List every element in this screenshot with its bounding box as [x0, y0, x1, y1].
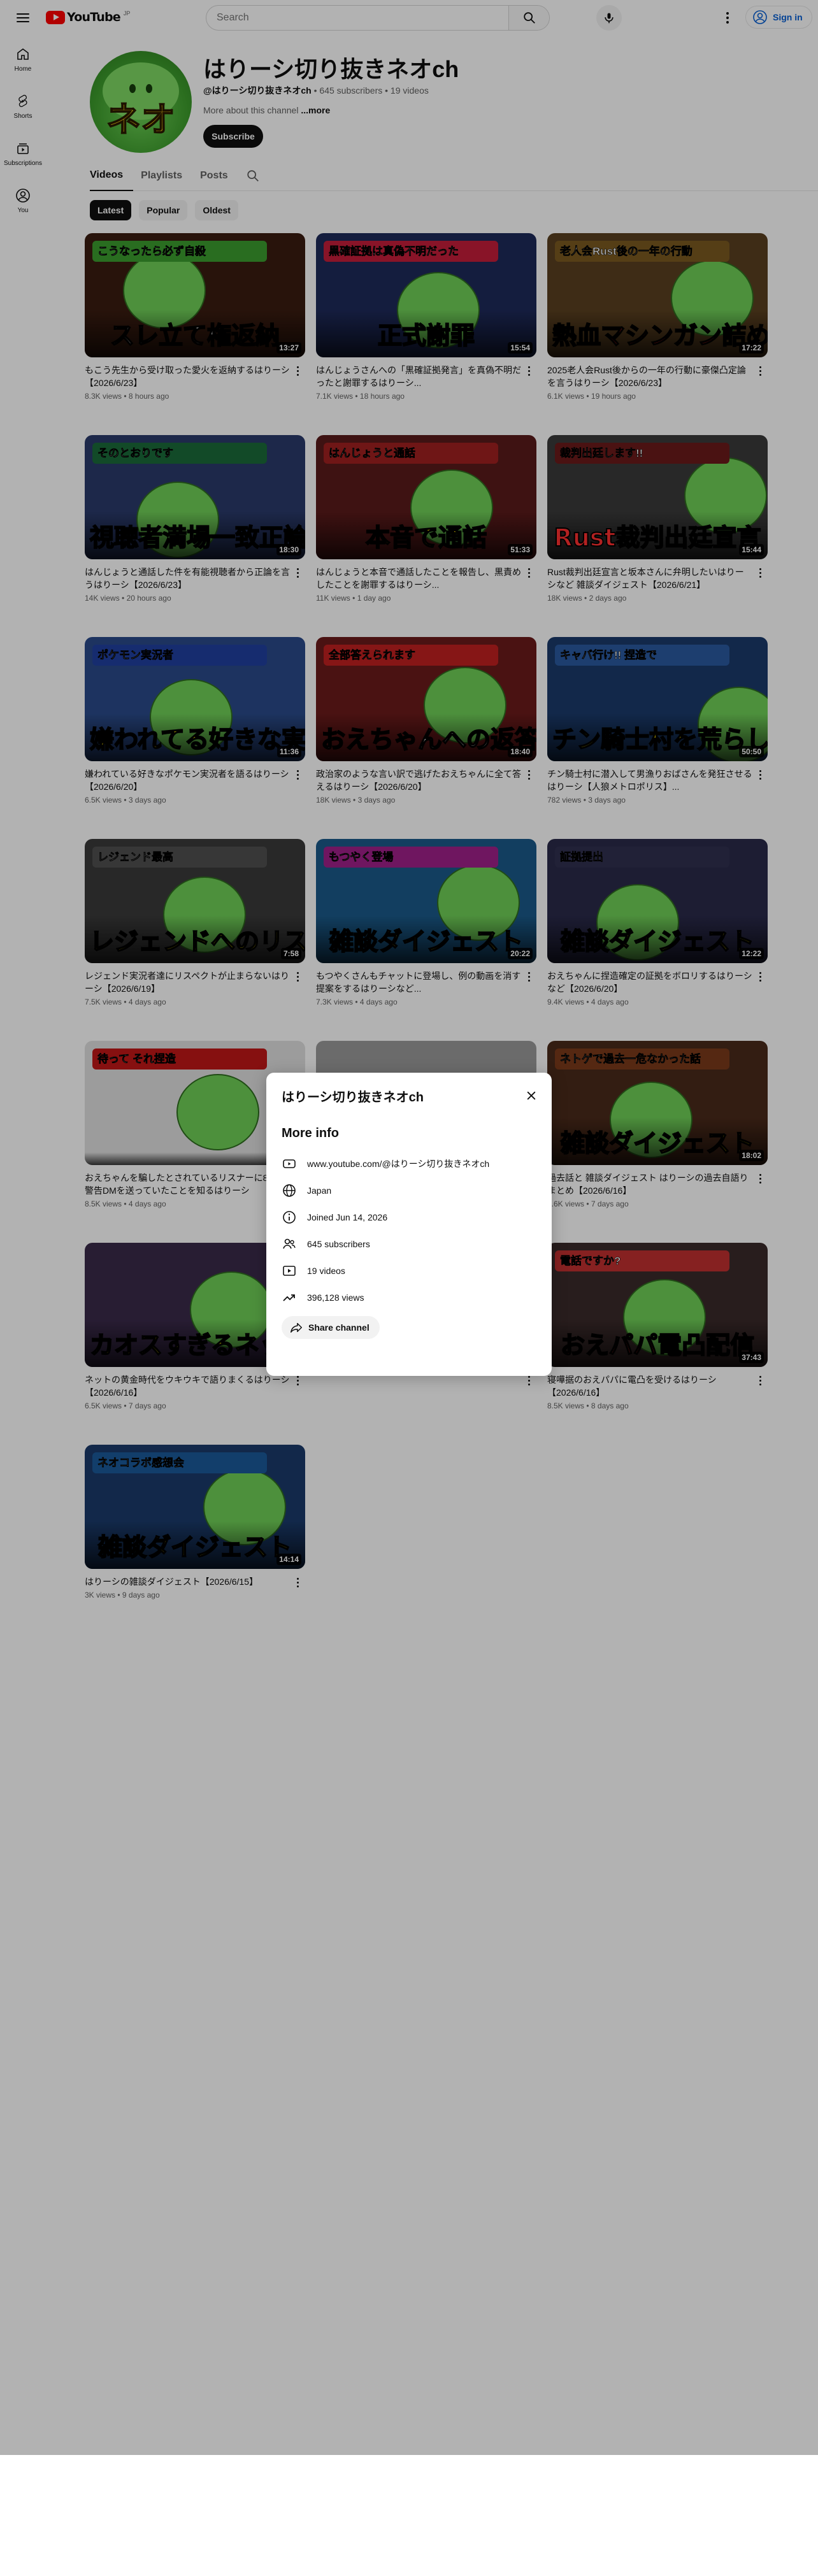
country-text: Japan [307, 1185, 332, 1196]
channel-url[interactable]: www.youtube.com/@はりーシ切り抜きネオch [307, 1157, 489, 1170]
views-text: 396,128 views [307, 1292, 364, 1303]
close-button[interactable] [521, 1085, 542, 1106]
share-label: Share channel [308, 1322, 370, 1333]
subscribers-text: 645 subscribers [307, 1239, 370, 1249]
share-channel-button[interactable]: Share channel [282, 1316, 380, 1339]
globe-icon [282, 1183, 297, 1198]
people-icon [282, 1236, 297, 1252]
info-videos: 19 videos [282, 1257, 536, 1284]
joined-text: Joined Jun 14, 2026 [307, 1212, 388, 1222]
info-subscribers: 645 subscribers [282, 1231, 536, 1257]
info-url[interactable]: www.youtube.com/@はりーシ切り抜きネオch [282, 1150, 536, 1177]
info-joined: Joined Jun 14, 2026 [282, 1204, 536, 1231]
more-info-heading: More info [282, 1126, 339, 1140]
info-views: 396,128 views [282, 1284, 536, 1311]
trending-icon [282, 1290, 297, 1305]
dialog-title: はりーシ切り抜きネオch [282, 1091, 424, 1105]
info-icon [282, 1210, 297, 1225]
info-country: Japan [282, 1177, 536, 1204]
videos-text: 19 videos [307, 1266, 345, 1276]
video-icon [282, 1263, 297, 1278]
info-list: www.youtube.com/@はりーシ切り抜きネオch Japan Join… [282, 1150, 536, 1311]
about-dialog: はりーシ切り抜きネオch More info www.youtube.com/@… [266, 1073, 552, 1376]
close-icon [527, 1091, 536, 1100]
share-icon [291, 1322, 302, 1333]
youtube-icon [282, 1156, 297, 1171]
